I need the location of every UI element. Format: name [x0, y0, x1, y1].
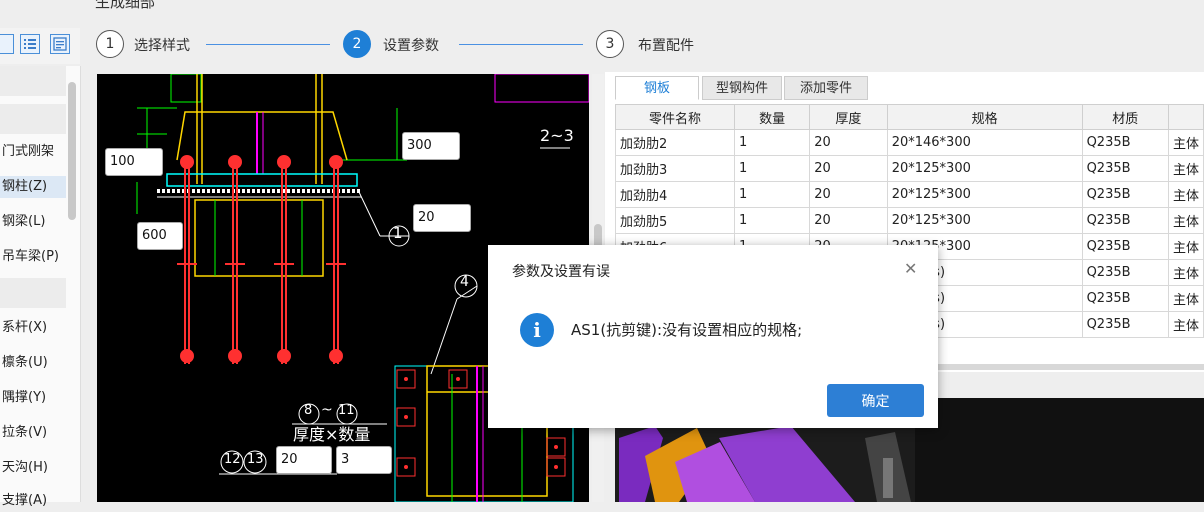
step-connector [206, 44, 330, 45]
column-header[interactable]: 厚度 [809, 104, 888, 130]
column-header[interactable]: 规格 [886, 104, 1083, 130]
sidebar-item-tie-bar[interactable]: 系杆(X) [2, 317, 47, 339]
sidebar-item-sag-rod[interactable]: 拉条(V) [2, 422, 47, 444]
dialog-message: AS1(抗剪键):没有设置相应的规格; [571, 321, 803, 339]
thickness-input[interactable]: 20 [276, 446, 332, 474]
sidebar-item-portal-frame[interactable]: 门式刚架 [2, 141, 54, 163]
table-cell: 主体 [1167, 129, 1204, 156]
table-cell: 主体 [1167, 259, 1204, 286]
table-cell: Q235B [1081, 207, 1169, 234]
table-cell: 1 [733, 207, 811, 234]
sidebar-item-bracing[interactable]: 支撑(A) [2, 490, 47, 512]
dim-input-left-top[interactable]: 100 [105, 148, 163, 176]
step-1-circle: 1 [96, 30, 124, 58]
dialog-title: 参数及设置有误 [512, 264, 610, 280]
table-cell: 主体 [1167, 233, 1204, 260]
table-row[interactable]: 加劲肋4 1 20 20*125*300 Q235B 主体 [615, 181, 1204, 208]
table-cell: 1 [733, 129, 811, 156]
tab-section-steel[interactable]: 型钢构件 [702, 76, 782, 100]
table-cell: Q235B [1081, 129, 1169, 156]
table-cell: 20*125*300 [886, 181, 1083, 208]
section-label: 2~3 [540, 126, 574, 145]
column-header[interactable] [1167, 104, 1204, 130]
window-title: 生成细部 [95, 0, 156, 11]
tab-steel-plate[interactable]: 钢板 [615, 76, 699, 100]
marker-13: 13 [247, 452, 264, 467]
marker-12: 12 [224, 452, 241, 467]
table-cell: 1 [733, 155, 811, 182]
table-row[interactable]: 加劲肋3 1 20 20*125*300 Q235B 主体 [615, 155, 1204, 182]
step-3-circle: 3 [596, 30, 624, 58]
marker-1: 1 [393, 224, 403, 242]
ok-button[interactable]: 确定 [827, 384, 924, 417]
quantity-input[interactable]: 3 [336, 446, 392, 474]
step-2-circle: 2 [343, 30, 371, 58]
sidebar-group-header [0, 104, 66, 134]
table-cell: Q235B [1081, 311, 1169, 338]
step-connector [459, 44, 583, 45]
table-cell: 1 [733, 181, 811, 208]
table-cell: 20*125*300 [886, 207, 1083, 234]
table-cell: 20*125*300 [886, 155, 1083, 182]
document-icon [53, 37, 67, 51]
dim-input-right-top[interactable]: 300 [402, 132, 460, 160]
error-dialog: 参数及设置有误 ✕ i AS1(抗剪键):没有设置相应的规格; 确定 [488, 245, 938, 428]
table-cell: 20*146*300 [886, 129, 1083, 156]
dim-input-left-mid[interactable]: 600 [137, 222, 183, 250]
step-3-label: 布置配件 [638, 38, 694, 54]
sidebar-item-steel-beam[interactable]: 钢梁(L) [2, 211, 45, 233]
toolbar-button[interactable] [0, 34, 14, 54]
table-cell: 加劲肋2 [615, 129, 735, 156]
step-1-label: 选择样式 [134, 38, 190, 54]
sidebar-scrollbar[interactable] [68, 82, 76, 220]
sidebar-group-header [0, 278, 66, 308]
table-cell: 加劲肋4 [615, 181, 735, 208]
list-icon [24, 39, 36, 49]
table-cell: 主体 [1167, 311, 1204, 338]
detail-view-button[interactable] [50, 34, 70, 54]
sidebar-group-header [0, 66, 66, 96]
table-row[interactable]: 加劲肋2 1 20 20*146*300 Q235B 主体 [615, 129, 1204, 156]
step-2-label: 设置参数 [383, 38, 439, 54]
table-cell: 主体 [1167, 285, 1204, 312]
table-cell: Q235B [1081, 181, 1169, 208]
table-cell: Q235B [1081, 155, 1169, 182]
marker-tilde: ~ [321, 402, 333, 418]
marker-11: 11 [338, 403, 355, 418]
table-cell: 主体 [1167, 181, 1204, 208]
table-cell: Q235B [1081, 285, 1169, 312]
table-cell: 20 [809, 129, 888, 156]
marker-8: 8 [304, 403, 313, 418]
table-cell: 20 [809, 207, 888, 234]
table-cell: 主体 [1167, 155, 1204, 182]
sidebar-item-crane-beam[interactable]: 吊车梁(P) [2, 246, 59, 268]
table-cell: Q235B [1081, 233, 1169, 260]
left-toolbar [0, 28, 80, 64]
marker-4: 4 [460, 274, 469, 290]
table-cell: 20 [809, 155, 888, 182]
table-cell: 主体 [1167, 207, 1204, 234]
table-cell: 20 [809, 181, 888, 208]
list-view-button[interactable] [20, 34, 40, 54]
column-header[interactable]: 数量 [733, 104, 811, 130]
sidebar-item-gutter[interactable]: 天沟(H) [2, 457, 48, 479]
table-header-row: 零件名称 数量 厚度 规格 材质 [615, 104, 1204, 130]
table-cell: Q235B [1081, 259, 1169, 286]
column-header[interactable]: 零件名称 [615, 104, 735, 130]
plate-thickness-input[interactable]: 20 [413, 204, 471, 232]
thickness-quantity-label: 厚度×数量 [293, 425, 371, 444]
table-cell: 加劲肋3 [615, 155, 735, 182]
info-icon: i [520, 313, 554, 347]
tab-add-part[interactable]: 添加零件 [784, 76, 868, 100]
close-icon[interactable]: ✕ [904, 259, 917, 278]
sidebar-item-purlin[interactable]: 檩条(U) [2, 352, 48, 374]
sidebar-item-steel-column[interactable]: 钢柱(Z) [0, 176, 66, 198]
column-header[interactable]: 材质 [1081, 104, 1169, 130]
table-row[interactable]: 加劲肋5 1 20 20*125*300 Q235B 主体 [615, 207, 1204, 234]
sidebar-item-knee-brace[interactable]: 隅撑(Y) [2, 387, 46, 409]
table-cell: 加劲肋5 [615, 207, 735, 234]
